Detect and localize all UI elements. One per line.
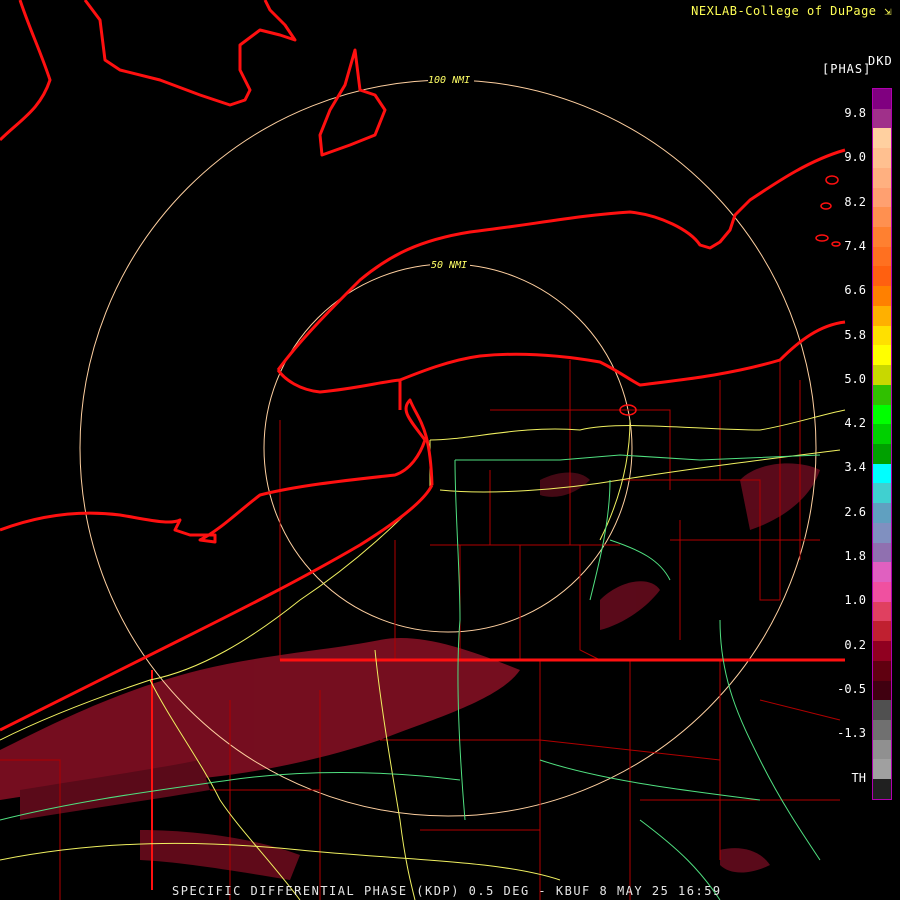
colorbar-swatch bbox=[873, 720, 891, 740]
product-footer: SPECIFIC DIFFERENTIAL PHASE (KDP) 0.5 DE… bbox=[172, 884, 722, 898]
colorbar-tick-label: 1.0 bbox=[844, 593, 866, 608]
colorbar-unit: [PHAS] bbox=[822, 62, 872, 76]
colorbar-swatch bbox=[873, 779, 891, 799]
colorbar-tick-label: 9.8 bbox=[844, 106, 866, 120]
colorbar-swatch bbox=[873, 266, 891, 287]
colorbar-swatch bbox=[873, 128, 891, 149]
colorbar-tick-label: -0.5 bbox=[837, 681, 866, 696]
colorbar-swatch bbox=[873, 89, 891, 109]
colorbar-swatch bbox=[873, 325, 891, 346]
ring-label-50: 50 NMI bbox=[431, 260, 467, 271]
colorbar-swatch bbox=[873, 404, 891, 425]
colorbar-swatch bbox=[873, 424, 891, 444]
colorbar-swatch bbox=[873, 700, 891, 720]
ring-label-100: 100 NMI bbox=[428, 75, 470, 86]
colorbar bbox=[872, 88, 892, 800]
colorbar-tick-label: 6.6 bbox=[844, 283, 866, 298]
colorbar-swatch bbox=[873, 621, 891, 642]
diagonal-arrow-icon: ⇲ bbox=[884, 4, 892, 18]
colorbar-tick-label: -1.3 bbox=[837, 726, 866, 741]
colorbar-tick-label: TH bbox=[851, 770, 866, 785]
colorbar-swatch bbox=[873, 108, 891, 129]
credit-text: NEXLAB-College of DuPage bbox=[691, 4, 877, 18]
colorbar-swatch bbox=[873, 207, 891, 228]
colorbar-swatch bbox=[873, 167, 891, 188]
colorbar-swatch bbox=[873, 680, 891, 701]
colorbar-swatch bbox=[873, 148, 891, 168]
colorbar-swatch bbox=[873, 443, 891, 464]
colorbar-swatch bbox=[873, 227, 891, 247]
colorbar-swatch bbox=[873, 365, 891, 385]
colorbar-tick-label: 5.8 bbox=[844, 327, 866, 342]
colorbar-swatch bbox=[873, 542, 891, 563]
colorbar-swatch bbox=[873, 483, 891, 504]
colorbar-tick-label: 1.8 bbox=[844, 549, 866, 563]
colorbar-swatch bbox=[873, 522, 891, 543]
colorbar-tick-label: 7.4 bbox=[844, 238, 866, 253]
colorbar-swatch bbox=[873, 641, 891, 661]
colorbar-swatch bbox=[873, 562, 891, 582]
colorbar-swatch bbox=[873, 463, 891, 484]
colorbar-tick-label: 0.2 bbox=[844, 637, 866, 652]
colorbar-swatch bbox=[873, 384, 891, 405]
radar-map: 100 NMI 50 NMI bbox=[0, 0, 900, 900]
colorbar-swatch bbox=[873, 345, 891, 366]
colorbar-unit-top: DKD bbox=[868, 54, 893, 68]
colorbar-swatch bbox=[873, 286, 891, 306]
colorbar-swatch bbox=[873, 601, 891, 622]
colorbar-tick-label: 8.2 bbox=[844, 194, 866, 209]
colorbar-swatch bbox=[873, 581, 891, 602]
colorbar-swatch bbox=[873, 739, 891, 760]
colorbar-swatch bbox=[873, 187, 891, 208]
colorbar-swatch bbox=[873, 660, 891, 681]
colorbar-tick-label: 5.0 bbox=[844, 371, 866, 386]
credit-label: NEXLAB-College of DuPage ⇲ bbox=[691, 4, 892, 18]
colorbar-tick-label: 3.4 bbox=[844, 460, 866, 475]
colorbar-swatch bbox=[873, 759, 891, 780]
colorbar-tick-label: 2.6 bbox=[844, 504, 866, 519]
colorbar-swatch bbox=[873, 246, 891, 267]
colorbar-swatch bbox=[873, 503, 891, 523]
colorbar-tick-label: 9.0 bbox=[844, 150, 866, 165]
colorbar-tick-label: 4.2 bbox=[844, 416, 866, 431]
colorbar-swatch bbox=[873, 305, 891, 326]
